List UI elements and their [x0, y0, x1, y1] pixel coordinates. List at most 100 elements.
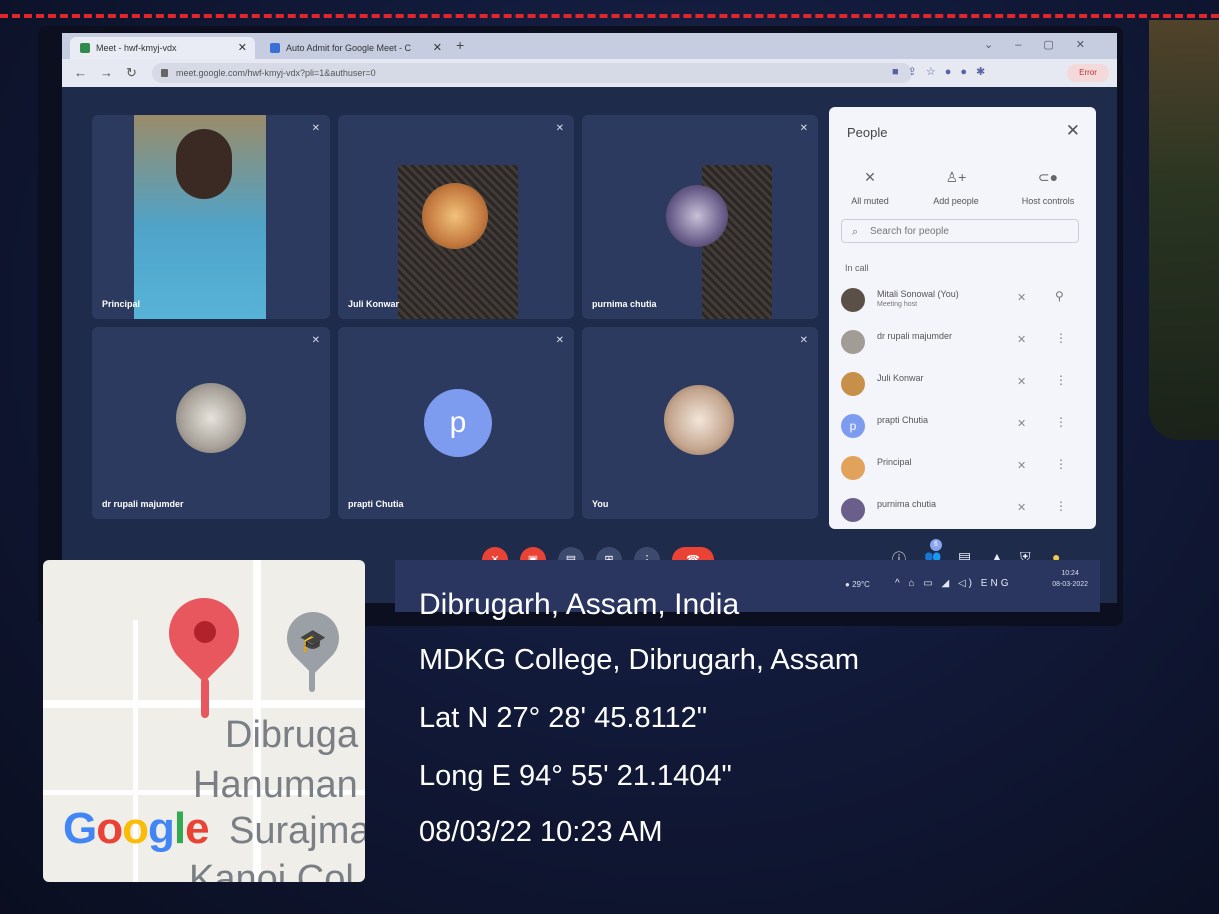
more-options-icon[interactable]: ⋮	[1055, 331, 1067, 345]
participant-row[interactable]: Principal ✕ ⋮	[841, 451, 1081, 487]
tile-name: Juli Konwar	[348, 299, 400, 309]
participant-name: prapti Chutia	[877, 415, 929, 425]
close-panel-icon[interactable]: ✕	[1066, 121, 1080, 141]
people-panel: People ✕ ✕ All muted ♙+ Add people ⊂● Ho…	[829, 107, 1096, 529]
clock-time: 10:24	[1061, 570, 1079, 577]
tile-dr-rupali-majumder[interactable]: ✕ dr rupali majumder	[92, 327, 330, 519]
tile-name: prapti Chutia	[348, 499, 404, 509]
search-icon: ⌕	[852, 226, 859, 238]
clock-date: 08-03-2022	[1052, 581, 1088, 588]
tab-auto-admit[interactable]: Auto Admit for Google Meet - C ✕	[260, 37, 450, 59]
people-search-input[interactable]: ⌕ Search for people	[841, 219, 1079, 243]
url-text: meet.google.com/hwf-kmyj-vdx?pli=1&authu…	[176, 68, 376, 78]
forward-icon[interactable]: →	[100, 65, 113, 80]
participant-avatar	[841, 456, 865, 480]
datetime-text: 08/03/22 10:23 AM	[419, 816, 663, 848]
toggle-icon: ⊂●	[1037, 169, 1059, 185]
tile-purnima-chutia[interactable]: ✕ purnima chutia	[582, 115, 818, 319]
window-controls[interactable]: ⌄–▢✕	[984, 38, 1107, 51]
mic-off-icon: ✕	[799, 123, 808, 134]
all-muted-action[interactable]: ✕ All muted	[831, 169, 909, 206]
participant-name: Mitali Sonowal (You)	[877, 289, 959, 299]
mic-off-icon: ✕	[311, 335, 320, 346]
panel-title: People	[847, 125, 888, 140]
map-label: Dibruga	[225, 714, 359, 756]
participant-avatar	[841, 288, 865, 312]
new-tab-icon[interactable]: +	[456, 37, 464, 53]
lock-icon	[161, 69, 168, 77]
weather-widget[interactable]: ● 29°C	[845, 580, 870, 589]
participant-row[interactable]: Juli Konwar ✕ ⋮	[841, 367, 1081, 403]
location-pin-dot	[194, 621, 216, 643]
browser-window: Meet - hwf-kmyj-vdx ✕ Auto Admit for Goo…	[62, 33, 1117, 603]
more-options-icon[interactable]: ⋮	[1055, 457, 1067, 471]
mic-off-icon: ✕	[555, 123, 564, 134]
url-input[interactable]: meet.google.com/hwf-kmyj-vdx?pli=1&authu…	[152, 63, 912, 83]
pin-icon[interactable]: ⚲	[1055, 289, 1064, 303]
latitude-text: Lat N 27° 28' 45.8112"	[419, 702, 708, 734]
google-logo: Google	[63, 804, 210, 853]
tab-label: Meet - hwf-kmyj-vdx	[96, 43, 177, 53]
map-label: Surajma	[229, 810, 365, 852]
tile-you[interactable]: ✕ You	[582, 327, 818, 519]
taskbar-clock[interactable]: 10:24 08-03-2022	[1052, 568, 1088, 590]
avatar-group	[666, 185, 728, 247]
map-label: Kanoi Col	[189, 858, 354, 882]
weather-temp: 29°C	[852, 580, 870, 589]
tile-name: purnima chutia	[592, 299, 657, 309]
search-placeholder: Search for people	[870, 226, 949, 237]
avatar-prapti: p	[424, 389, 492, 457]
tile-principal[interactable]: ✕ Principal	[92, 115, 330, 319]
more-options-icon[interactable]: ⋮	[1055, 415, 1067, 429]
tile-prapti-chutia[interactable]: p ✕ prapti Chutia	[338, 327, 574, 519]
host-controls-action[interactable]: ⊂● Host controls	[1009, 169, 1087, 206]
in-call-label: In call	[845, 263, 869, 273]
participant-row[interactable]: dr rupali majumder ✕ ⋮	[841, 325, 1081, 361]
location-pin-tail	[201, 678, 209, 718]
avatar-you	[664, 385, 734, 455]
tile-name: You	[592, 499, 609, 509]
language-indicator: ENG	[980, 578, 1012, 589]
more-options-icon[interactable]: ⋮	[1055, 499, 1067, 513]
mic-off-icon: ✕	[311, 123, 320, 134]
address-bar: ← → ↻ meet.google.com/hwf-kmyj-vdx?pli=1…	[62, 59, 1117, 87]
extension-favicon-icon	[270, 43, 280, 53]
tile-juli-konwar[interactable]: ✕ Juli Konwar	[338, 115, 574, 319]
action-label: Host controls	[1021, 196, 1075, 206]
participant-name: Juli Konwar	[877, 373, 924, 383]
meet-favicon-icon	[80, 43, 90, 53]
mic-off-icon: ✕	[1017, 292, 1027, 304]
error-button[interactable]: Error	[1067, 64, 1109, 82]
participant-row[interactable]: purnima chutia ✕ ⋮	[841, 493, 1081, 529]
add-people-action[interactable]: ♙+ Add people	[917, 169, 995, 206]
tile-name: dr rupali majumder	[102, 499, 184, 509]
back-icon[interactable]: ←	[74, 65, 87, 80]
mic-off-icon: ✕	[555, 335, 564, 346]
reload-icon[interactable]: ↻	[126, 65, 137, 81]
extension-icons[interactable]: ■⇪☆●●✱	[892, 65, 994, 78]
more-options-icon[interactable]: ⋮	[1055, 373, 1067, 387]
mic-off-icon: ✕	[1017, 460, 1027, 472]
action-label: All muted	[851, 196, 889, 206]
participant-avatar: p	[841, 414, 865, 438]
location-text: Dibrugarh, Assam, India	[419, 588, 740, 621]
participant-row[interactable]: p prapti Chutia ✕ ⋮	[841, 409, 1081, 445]
participant-avatar	[841, 330, 865, 354]
close-tab-icon[interactable]: ✕	[433, 37, 442, 59]
tray-icons[interactable]: ^ ⌂ ▭ ◢ ◁) ENG	[895, 578, 1011, 589]
close-tab-icon[interactable]: ✕	[238, 37, 247, 59]
map-thumbnail: 🎓 Dibruga Hanuman Surajma Kanoi Col Goog…	[43, 560, 365, 882]
participant-row[interactable]: Mitali Sonowal (You) Meeting host ✕ ⚲	[841, 283, 1081, 319]
map-label: Hanuman	[193, 764, 358, 806]
photo-background: Meet - hwf-kmyj-vdx ✕ Auto Admit for Goo…	[0, 0, 1219, 914]
participant-name: Principal	[877, 457, 912, 467]
place-text: MDKG College, Dibrugarh, Assam	[419, 644, 859, 676]
college-pin-tail	[309, 664, 315, 692]
longitude-text: Long E 94° 55' 21.1404"	[419, 760, 732, 792]
mic-off-icon: ✕	[1017, 334, 1027, 346]
tab-meet[interactable]: Meet - hwf-kmyj-vdx ✕	[70, 37, 255, 59]
add-person-icon: ♙+	[945, 169, 967, 185]
background-plant	[1149, 20, 1219, 440]
graduation-cap-icon: 🎓	[299, 628, 327, 653]
person-figure	[176, 129, 232, 199]
